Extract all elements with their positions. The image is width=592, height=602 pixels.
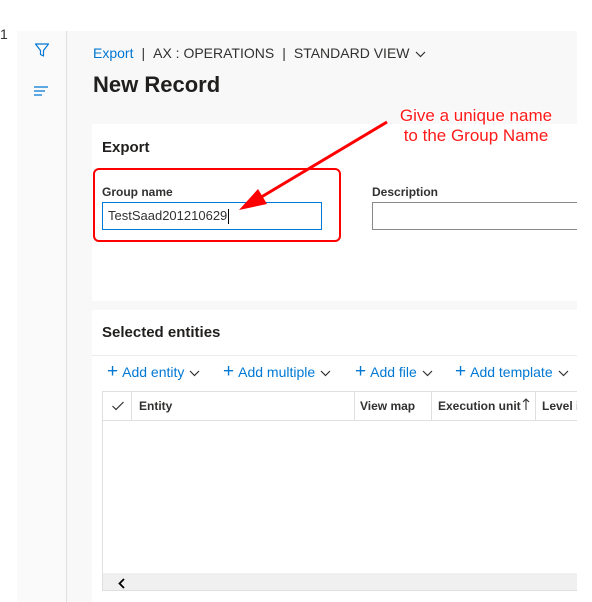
plus-icon: + <box>223 361 235 382</box>
description-input[interactable] <box>372 202 577 230</box>
annotation-line-1: Give a unique name <box>399 106 553 125</box>
menu-icon[interactable] <box>33 84 49 96</box>
action-rail <box>17 31 67 602</box>
add-template-button[interactable]: + Add template <box>455 361 569 382</box>
column-header-level[interactable]: Level i <box>542 399 577 413</box>
annotation-arrow <box>239 120 388 210</box>
breadcrumb-export-link[interactable]: Export <box>93 45 133 61</box>
checkmark-icon[interactable] <box>111 399 125 411</box>
chevron-down-icon <box>189 364 200 380</box>
page-title: New Record <box>93 72 221 97</box>
add-entity-button[interactable]: + Add entity <box>107 361 200 382</box>
annotation-text: Give a unique name to the Group Name <box>388 106 564 146</box>
selected-entities-title: Selected entities <box>102 324 221 341</box>
column-divider <box>431 391 432 421</box>
filter-icon[interactable] <box>34 42 50 58</box>
chevron-down-icon <box>320 364 331 380</box>
breadcrumb: Export | AX : OPERATIONS | STANDARD VIEW <box>93 45 426 61</box>
add-file-button[interactable]: + Add file <box>355 361 433 382</box>
column-header-view-map[interactable]: View map <box>360 399 415 413</box>
annotation-line-2: to the Group Name <box>403 126 549 145</box>
column-divider <box>354 391 355 421</box>
sort-up-icon <box>522 398 530 411</box>
add-entity-label: Add entity <box>122 364 185 380</box>
view-selector-label: STANDARD VIEW <box>293 45 410 61</box>
add-template-label: Add template <box>470 364 553 380</box>
column-header-execution-unit[interactable]: Execution unit <box>438 399 521 413</box>
left-panel-glyph: 1 <box>0 26 8 42</box>
column-divider <box>131 391 132 421</box>
add-multiple-button[interactable]: + Add multiple <box>223 361 331 382</box>
breadcrumb-separator: | <box>282 45 286 61</box>
chevron-down-icon <box>422 364 433 380</box>
column-divider <box>535 391 536 421</box>
add-multiple-label: Add multiple <box>238 364 316 380</box>
section-divider <box>92 355 577 356</box>
chevron-left-icon[interactable] <box>117 576 127 589</box>
left-panel-edge <box>0 31 18 602</box>
right-edge <box>577 31 592 602</box>
plus-icon: + <box>455 361 467 382</box>
plus-icon: + <box>107 361 119 382</box>
top-bar <box>0 0 592 32</box>
export-section-title: Export <box>102 139 150 156</box>
add-file-label: Add file <box>370 364 417 380</box>
column-header-entity[interactable]: Entity <box>139 399 172 413</box>
breadcrumb-company: AX : OPERATIONS <box>153 45 275 61</box>
horizontal-scrollbar[interactable] <box>103 573 577 590</box>
chevron-down-icon <box>415 45 426 61</box>
breadcrumb-separator: | <box>141 45 146 61</box>
entities-grid <box>102 391 577 591</box>
view-selector[interactable]: STANDARD VIEW <box>294 45 426 61</box>
plus-icon: + <box>355 361 367 382</box>
chevron-down-icon <box>558 364 569 380</box>
